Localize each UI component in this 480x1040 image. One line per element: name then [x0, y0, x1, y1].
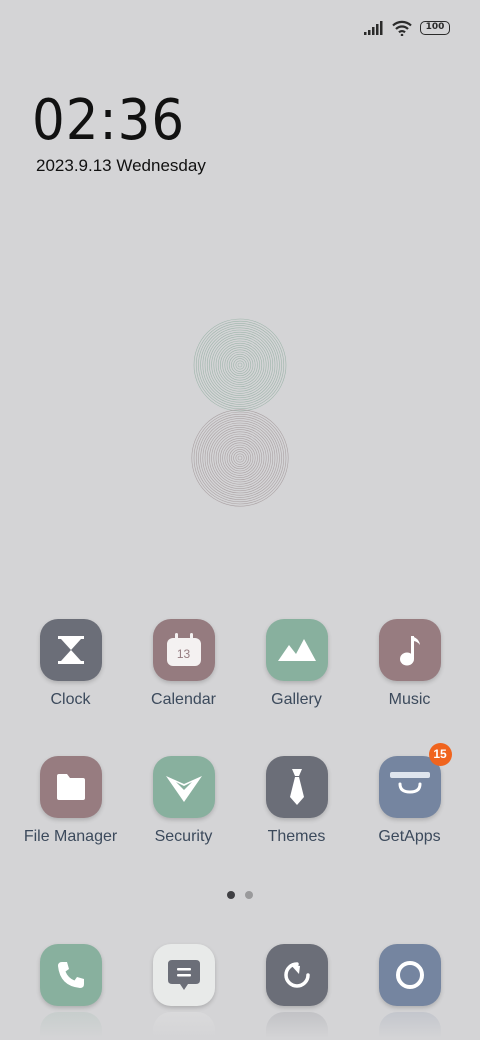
file-manager-app-icon[interactable] [39, 756, 102, 818]
dock-phone[interactable] [40, 944, 102, 1038]
app-label-file-manager: File Manager [23, 828, 118, 845]
app-label-security: Security [154, 828, 213, 845]
clock-date[interactable]: 2023.9.13 Wednesday [36, 156, 206, 176]
security-app-icon[interactable] [152, 756, 215, 818]
folder-icon [56, 774, 85, 800]
dock-browser[interactable] [266, 944, 328, 1038]
app-clock[interactable]: Clock [14, 619, 127, 709]
music-app-icon[interactable] [378, 619, 441, 681]
app-label-getapps: GetApps [378, 828, 441, 845]
messages-app-icon[interactable] [153, 944, 215, 1006]
phone-icon [58, 962, 84, 988]
app-label-calendar: Calendar [151, 691, 216, 708]
music-note-icon [399, 636, 420, 666]
shopping-bag-icon [389, 772, 430, 794]
calendar-day: 13 [176, 646, 191, 661]
app-label-music: Music [388, 691, 431, 708]
app-themes[interactable]: Themes [240, 756, 353, 846]
clock-time[interactable]: 02:36 [32, 88, 185, 153]
compass-icon [284, 962, 310, 988]
shield-check-icon [165, 776, 202, 802]
app-calendar[interactable]: 13 Calendar [127, 619, 240, 709]
app-security[interactable]: Security [127, 756, 240, 846]
app-gallery[interactable]: Gallery [240, 619, 353, 709]
app-getapps[interactable]: 15 GetApps [353, 743, 466, 846]
message-icon [168, 960, 200, 990]
calendar-icon: 13 [166, 633, 201, 666]
app-label-gallery: Gallery [271, 691, 322, 708]
wallpaper-concentric-circles [191, 318, 289, 507]
camera-app-icon[interactable] [379, 944, 441, 1006]
browser-app-icon[interactable] [266, 944, 328, 1006]
clock-app-icon[interactable] [39, 619, 102, 681]
app-music[interactable]: Music [353, 619, 466, 709]
dock-messages[interactable] [153, 944, 215, 1038]
getapps-app-icon[interactable]: 15 [378, 743, 452, 818]
page-indicator[interactable] [0, 891, 480, 899]
dock-camera[interactable] [379, 944, 441, 1038]
app-file-manager[interactable]: File Manager [14, 756, 127, 846]
status-bar: 100 [364, 16, 450, 40]
wifi-icon [392, 20, 412, 36]
themes-app-icon[interactable] [265, 756, 328, 818]
app-label-clock: Clock [50, 691, 91, 708]
tie-icon [289, 769, 304, 805]
page-dot-2[interactable] [245, 891, 253, 899]
notification-badge: 15 [428, 743, 452, 766]
dock-reflection [40, 1012, 102, 1038]
dock-reflection [379, 1012, 441, 1038]
calendar-app-icon[interactable]: 13 [152, 619, 215, 681]
hourglass-icon [57, 636, 84, 664]
page-dot-1[interactable] [227, 891, 235, 899]
mountain-icon [277, 639, 316, 661]
app-label-themes: Themes [267, 828, 326, 845]
gallery-app-icon[interactable] [265, 619, 328, 681]
dock-reflection [266, 1012, 328, 1038]
dock-reflection [153, 1012, 215, 1038]
camera-icon [396, 961, 424, 989]
phone-app-icon[interactable] [40, 944, 102, 1006]
battery-indicator: 100 [420, 21, 450, 35]
signal-bars-icon [364, 21, 383, 35]
